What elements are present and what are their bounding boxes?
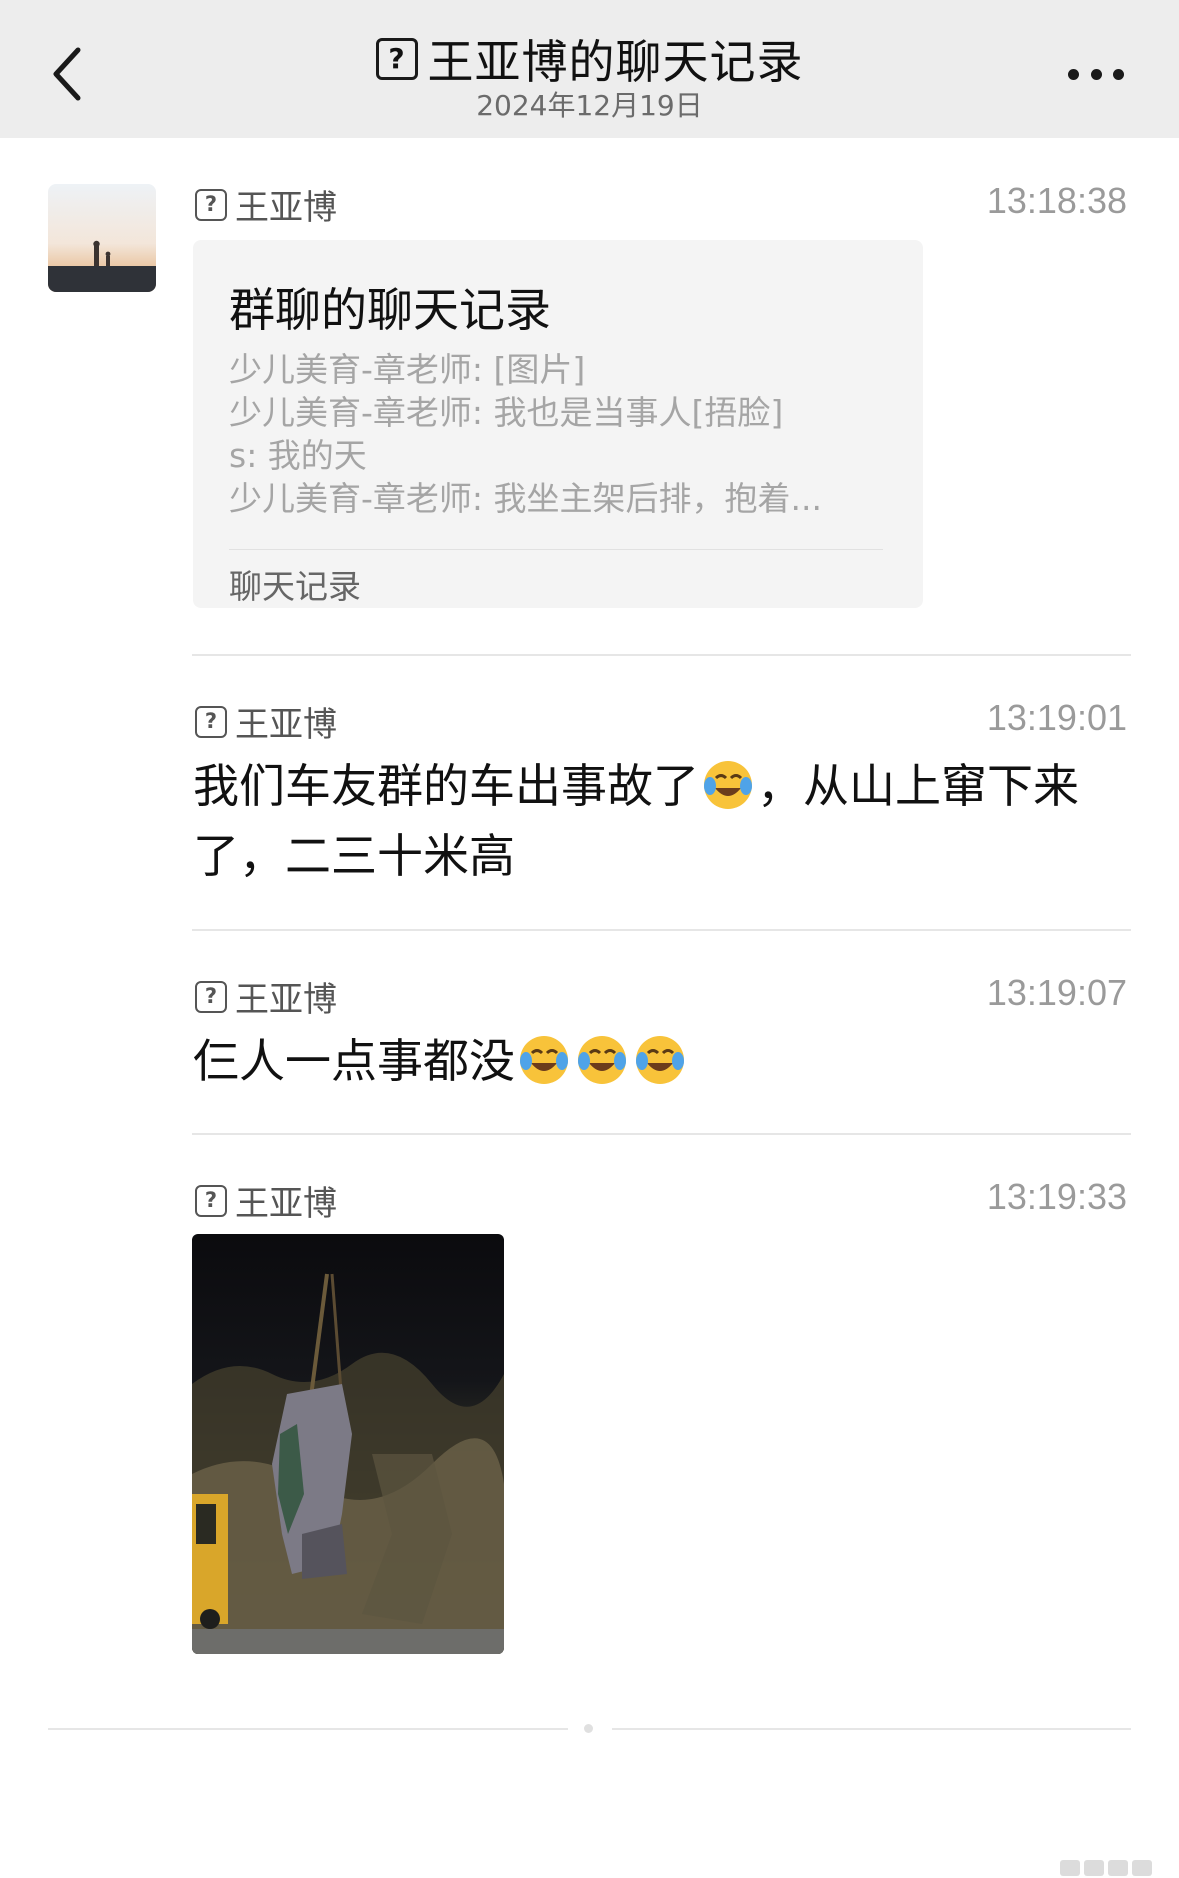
sender-name: 王亚博	[235, 705, 337, 745]
message-divider	[192, 1133, 1131, 1135]
more-dot	[1090, 68, 1102, 80]
card-preview-line: 少儿美育-章老师: 我也是当事人[捂脸]	[229, 393, 784, 432]
header-title-row: ? 王亚博的聊天记录	[0, 26, 1179, 92]
card-footer-label: 聊天记录	[229, 567, 361, 606]
message-time: 13:18:38	[986, 180, 1127, 221]
face-with-tears-of-joy-icon	[636, 1036, 684, 1084]
message-text-part: 我们车友群的车出事故了	[193, 759, 699, 813]
watermark-glyph	[1132, 1860, 1152, 1876]
message-text-part: 仨人一点事都没	[193, 1034, 515, 1088]
question-box-icon: ?	[195, 1184, 227, 1217]
face-with-tears-of-joy-icon	[520, 1036, 568, 1084]
message-text: 仨人一点事都没	[193, 1026, 1133, 1096]
avatar-sunset-image	[48, 184, 156, 292]
crash-car-photo	[192, 1234, 504, 1654]
sender-name: 王亚博	[235, 1184, 337, 1224]
card-preview-line: 少儿美育-章老师: 我坐主架后排，抱着...	[229, 479, 822, 518]
message-sender: ? 王亚博	[195, 972, 337, 1021]
question-box-icon: ?	[195, 188, 227, 221]
card-title: 群聊的聊天记录	[229, 283, 551, 337]
card-preview-line: 少儿美育-章老师: [图片]	[229, 350, 586, 389]
sender-name: 王亚博	[235, 188, 337, 228]
record-date: 2024年12月19日	[476, 89, 703, 122]
chat-record-card[interactable]: 群聊的聊天记录 少儿美育-章老师: [图片] 少儿美育-章老师: 我也是当事人[…	[193, 240, 923, 608]
face-with-tears-of-joy-icon	[578, 1036, 626, 1084]
card-divider	[229, 549, 883, 550]
watermark-glyph	[1084, 1860, 1104, 1876]
sender-name: 王亚博	[235, 980, 337, 1020]
sender-avatar[interactable]	[48, 184, 156, 292]
message-divider	[192, 654, 1131, 656]
message-sender: ? 王亚博	[195, 180, 337, 229]
message-divider	[192, 929, 1131, 931]
watermark	[1060, 1860, 1179, 1878]
message-time: 13:19:07	[986, 972, 1127, 1013]
face-with-tears-of-joy-icon	[704, 761, 752, 809]
more-dot	[1068, 68, 1079, 80]
message-text: 我们车友群的车出事故了 ，从山上窜下来了，二三十米高	[193, 751, 1133, 891]
end-divider-left	[48, 1728, 568, 1730]
question-box-icon: ?	[195, 705, 227, 738]
watermark-glyph	[1108, 1860, 1128, 1876]
card-preview-line: s: 我的天	[229, 436, 367, 475]
more-dot	[1113, 68, 1124, 80]
question-box-icon: ?	[195, 980, 227, 1013]
nav-header: ? 王亚博的聊天记录 2024年12月19日	[0, 0, 1179, 138]
message-time: 13:19:33	[986, 1176, 1127, 1217]
card-preview-lines: 少儿美育-章老师: [图片] 少儿美育-章老师: 我也是当事人[捂脸] s: 我…	[229, 348, 889, 520]
message-time: 13:19:01	[986, 697, 1127, 738]
end-dot	[584, 1724, 593, 1733]
question-box-icon: ?	[375, 38, 418, 80]
message-sender: ? 王亚博	[195, 697, 337, 746]
message-sender: ? 王亚博	[195, 1176, 337, 1225]
end-divider-right	[612, 1728, 1131, 1730]
message-photo[interactable]	[192, 1234, 504, 1654]
more-options-icon[interactable]	[1068, 66, 1124, 82]
page-title: 王亚博的聊天记录	[427, 35, 804, 89]
watermark-glyph	[1060, 1860, 1080, 1876]
